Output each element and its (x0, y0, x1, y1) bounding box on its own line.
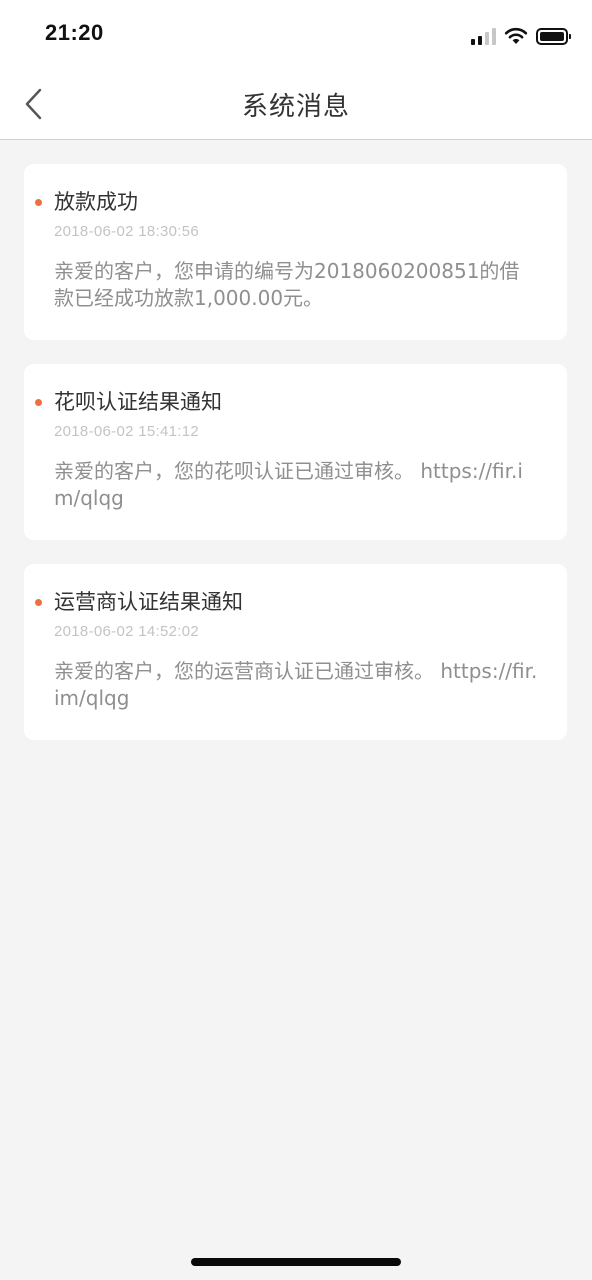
message-body: 亲爱的客户，您的花呗认证已通过审核。 https://fir.im/qlqg (54, 459, 523, 510)
unread-dot-icon (35, 199, 42, 206)
status-icons (471, 24, 571, 48)
wifi-icon (504, 27, 528, 44)
message-body: 亲爱的客户，您申请的编号为2018060200851的借款已经成功放款1,000… (54, 259, 520, 310)
cellular-signal-icon (471, 27, 496, 45)
battery-icon (536, 27, 571, 45)
page-title: 系统消息 (241, 92, 350, 122)
message-header: 花呗认证结果通知 (35, 386, 539, 416)
message-time: 2018-06-02 18:30:56 (54, 223, 199, 240)
message-header: 放款成功 (35, 186, 539, 216)
home-indicator[interactable] (191, 1258, 401, 1266)
message-body: 亲爱的客户，您的运营商认证已通过审核。 https://fir.im/qlqg (54, 659, 538, 710)
unread-dot-icon (35, 599, 42, 606)
message-card[interactable]: 放款成功 2018-06-02 18:30:56 亲爱的客户，您申请的编号为20… (24, 164, 567, 340)
message-title: 运营商认证结果通知 (54, 590, 243, 614)
status-time: 21:20 (45, 20, 104, 45)
message-time: 2018-06-02 15:41:12 (54, 423, 199, 440)
message-title: 花呗认证结果通知 (54, 390, 222, 414)
header: 21:20 系统消息 (0, 0, 592, 140)
message-time: 2018-06-02 14:52:02 (54, 623, 199, 640)
message-title: 放款成功 (54, 190, 138, 214)
screen: 21:20 系统消息 放款成功 2018-06-02 18:30:56 亲爱的客… (0, 0, 592, 1280)
message-header: 运营商认证结果通知 (35, 586, 539, 616)
message-card[interactable]: 运营商认证结果通知 2018-06-02 14:52:02 亲爱的客户，您的运营… (24, 564, 567, 740)
message-card[interactable]: 花呗认证结果通知 2018-06-02 15:41:12 亲爱的客户，您的花呗认… (24, 364, 567, 540)
unread-dot-icon (35, 399, 42, 406)
message-list: 放款成功 2018-06-02 18:30:56 亲爱的客户，您申请的编号为20… (24, 164, 567, 764)
